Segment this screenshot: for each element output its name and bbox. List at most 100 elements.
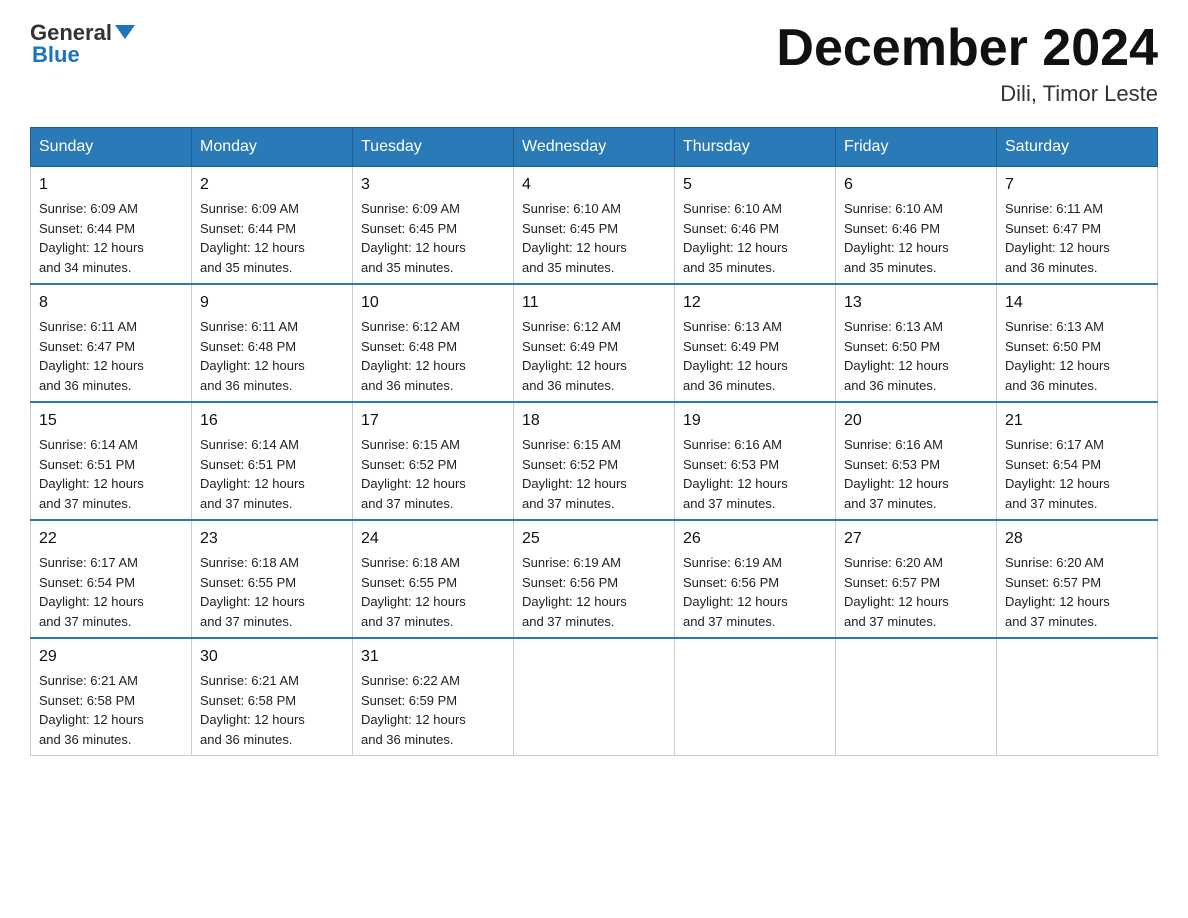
sunset-text: Sunset: 6:53 PM [683, 457, 779, 472]
sunset-text: Sunset: 6:44 PM [39, 221, 135, 236]
day-number: 19 [683, 409, 827, 433]
sunset-text: Sunset: 6:56 PM [683, 575, 779, 590]
calendar-cell: 11 Sunrise: 6:12 AM Sunset: 6:49 PM Dayl… [514, 284, 675, 402]
daylight-text: Daylight: 12 hoursand 37 minutes. [200, 594, 305, 629]
logo: General Blue [30, 20, 135, 68]
day-number: 20 [844, 409, 988, 433]
day-number: 30 [200, 645, 344, 669]
daylight-text: Daylight: 12 hoursand 37 minutes. [683, 594, 788, 629]
calendar-cell: 8 Sunrise: 6:11 AM Sunset: 6:47 PM Dayli… [31, 284, 192, 402]
day-number: 21 [1005, 409, 1149, 433]
calendar-cell [836, 638, 997, 756]
sunset-text: Sunset: 6:45 PM [361, 221, 457, 236]
calendar-cell: 12 Sunrise: 6:13 AM Sunset: 6:49 PM Dayl… [675, 284, 836, 402]
sunrise-text: Sunrise: 6:20 AM [844, 555, 943, 570]
day-number: 9 [200, 291, 344, 315]
calendar-cell [514, 638, 675, 756]
calendar-cell: 22 Sunrise: 6:17 AM Sunset: 6:54 PM Dayl… [31, 520, 192, 638]
calendar-table: SundayMondayTuesdayWednesdayThursdayFrid… [30, 127, 1158, 756]
daylight-text: Daylight: 12 hoursand 35 minutes. [522, 240, 627, 275]
day-number: 6 [844, 173, 988, 197]
sunset-text: Sunset: 6:57 PM [1005, 575, 1101, 590]
sunrise-text: Sunrise: 6:09 AM [39, 201, 138, 216]
sunrise-text: Sunrise: 6:09 AM [200, 201, 299, 216]
daylight-text: Daylight: 12 hoursand 35 minutes. [844, 240, 949, 275]
sunset-text: Sunset: 6:45 PM [522, 221, 618, 236]
sunset-text: Sunset: 6:47 PM [1005, 221, 1101, 236]
day-number: 1 [39, 173, 183, 197]
day-number: 10 [361, 291, 505, 315]
week-row-5: 29 Sunrise: 6:21 AM Sunset: 6:58 PM Dayl… [31, 638, 1158, 756]
daylight-text: Daylight: 12 hoursand 37 minutes. [844, 594, 949, 629]
week-row-2: 8 Sunrise: 6:11 AM Sunset: 6:47 PM Dayli… [31, 284, 1158, 402]
sunrise-text: Sunrise: 6:16 AM [844, 437, 943, 452]
calendar-cell: 7 Sunrise: 6:11 AM Sunset: 6:47 PM Dayli… [997, 167, 1158, 285]
sunset-text: Sunset: 6:50 PM [844, 339, 940, 354]
day-number: 29 [39, 645, 183, 669]
sunrise-text: Sunrise: 6:17 AM [1005, 437, 1104, 452]
calendar-cell: 5 Sunrise: 6:10 AM Sunset: 6:46 PM Dayli… [675, 167, 836, 285]
calendar-cell: 20 Sunrise: 6:16 AM Sunset: 6:53 PM Dayl… [836, 402, 997, 520]
sunrise-text: Sunrise: 6:10 AM [683, 201, 782, 216]
daylight-text: Daylight: 12 hoursand 37 minutes. [1005, 594, 1110, 629]
daylight-text: Daylight: 12 hoursand 35 minutes. [683, 240, 788, 275]
week-row-1: 1 Sunrise: 6:09 AM Sunset: 6:44 PM Dayli… [31, 167, 1158, 285]
daylight-text: Daylight: 12 hoursand 35 minutes. [200, 240, 305, 275]
day-number: 5 [683, 173, 827, 197]
header-monday: Monday [192, 128, 353, 167]
sunset-text: Sunset: 6:48 PM [361, 339, 457, 354]
day-number: 27 [844, 527, 988, 551]
calendar-cell: 13 Sunrise: 6:13 AM Sunset: 6:50 PM Dayl… [836, 284, 997, 402]
sunset-text: Sunset: 6:58 PM [200, 693, 296, 708]
sunrise-text: Sunrise: 6:14 AM [200, 437, 299, 452]
calendar-cell: 1 Sunrise: 6:09 AM Sunset: 6:44 PM Dayli… [31, 167, 192, 285]
daylight-text: Daylight: 12 hoursand 37 minutes. [361, 594, 466, 629]
daylight-text: Daylight: 12 hoursand 36 minutes. [1005, 240, 1110, 275]
calendar-cell: 30 Sunrise: 6:21 AM Sunset: 6:58 PM Dayl… [192, 638, 353, 756]
day-number: 23 [200, 527, 344, 551]
sunset-text: Sunset: 6:50 PM [1005, 339, 1101, 354]
sunrise-text: Sunrise: 6:16 AM [683, 437, 782, 452]
sunrise-text: Sunrise: 6:12 AM [522, 319, 621, 334]
sunset-text: Sunset: 6:49 PM [522, 339, 618, 354]
day-number: 24 [361, 527, 505, 551]
sunset-text: Sunset: 6:59 PM [361, 693, 457, 708]
sunrise-text: Sunrise: 6:18 AM [361, 555, 460, 570]
sunset-text: Sunset: 6:55 PM [361, 575, 457, 590]
day-number: 25 [522, 527, 666, 551]
day-number: 2 [200, 173, 344, 197]
header-wednesday: Wednesday [514, 128, 675, 167]
sunrise-text: Sunrise: 6:10 AM [522, 201, 621, 216]
day-number: 28 [1005, 527, 1149, 551]
day-number: 12 [683, 291, 827, 315]
month-title: December 2024 [776, 20, 1158, 77]
sunrise-text: Sunrise: 6:09 AM [361, 201, 460, 216]
calendar-cell: 26 Sunrise: 6:19 AM Sunset: 6:56 PM Dayl… [675, 520, 836, 638]
daylight-text: Daylight: 12 hoursand 37 minutes. [361, 476, 466, 511]
daylight-text: Daylight: 12 hoursand 36 minutes. [361, 358, 466, 393]
sunrise-text: Sunrise: 6:21 AM [200, 673, 299, 688]
page-header: General Blue December 2024 Dili, Timor L… [30, 20, 1158, 107]
daylight-text: Daylight: 12 hoursand 36 minutes. [200, 358, 305, 393]
calendar-cell: 15 Sunrise: 6:14 AM Sunset: 6:51 PM Dayl… [31, 402, 192, 520]
daylight-text: Daylight: 12 hoursand 36 minutes. [844, 358, 949, 393]
sunrise-text: Sunrise: 6:10 AM [844, 201, 943, 216]
daylight-text: Daylight: 12 hoursand 37 minutes. [844, 476, 949, 511]
sunrise-text: Sunrise: 6:15 AM [361, 437, 460, 452]
sunset-text: Sunset: 6:51 PM [200, 457, 296, 472]
logo-arrow-icon [115, 25, 135, 39]
sunrise-text: Sunrise: 6:13 AM [683, 319, 782, 334]
sunrise-text: Sunrise: 6:14 AM [39, 437, 138, 452]
sunrise-text: Sunrise: 6:22 AM [361, 673, 460, 688]
daylight-text: Daylight: 12 hoursand 36 minutes. [1005, 358, 1110, 393]
calendar-cell: 21 Sunrise: 6:17 AM Sunset: 6:54 PM Dayl… [997, 402, 1158, 520]
sunrise-text: Sunrise: 6:12 AM [361, 319, 460, 334]
calendar-cell: 23 Sunrise: 6:18 AM Sunset: 6:55 PM Dayl… [192, 520, 353, 638]
sunset-text: Sunset: 6:52 PM [522, 457, 618, 472]
sunrise-text: Sunrise: 6:20 AM [1005, 555, 1104, 570]
sunset-text: Sunset: 6:56 PM [522, 575, 618, 590]
daylight-text: Daylight: 12 hoursand 36 minutes. [683, 358, 788, 393]
calendar-cell: 27 Sunrise: 6:20 AM Sunset: 6:57 PM Dayl… [836, 520, 997, 638]
calendar-cell: 24 Sunrise: 6:18 AM Sunset: 6:55 PM Dayl… [353, 520, 514, 638]
daylight-text: Daylight: 12 hoursand 34 minutes. [39, 240, 144, 275]
